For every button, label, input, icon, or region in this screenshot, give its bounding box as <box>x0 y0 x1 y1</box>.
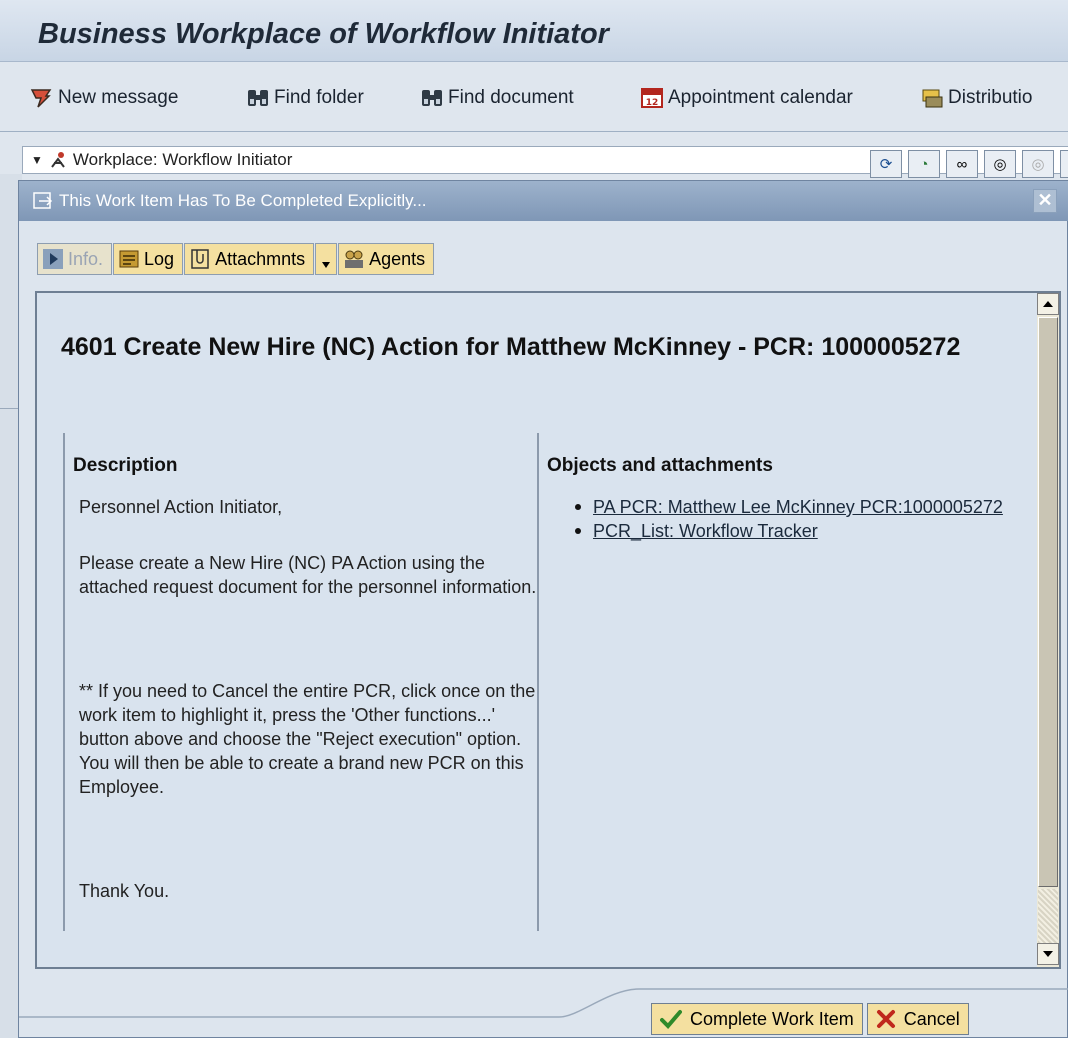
scroll-down-button[interactable] <box>1037 943 1059 965</box>
glasses-icon: ∞ <box>956 155 968 173</box>
filter-button[interactable]: ⧖ <box>1060 150 1068 178</box>
checkmark-icon <box>660 1010 682 1029</box>
scroll-up-button[interactable] <box>1037 293 1059 315</box>
description-paragraph: Personnel Action Initiator, <box>79 497 283 517</box>
dialog-tab-buttons: Info. Log Attachmnts Agents <box>37 243 435 275</box>
agents-icon <box>345 250 364 268</box>
distribution-label: Distributio <box>948 87 1033 108</box>
appointment-calendar-label: Appointment calendar <box>668 87 853 108</box>
work-item-dialog: This Work Item Has To Be Completed Expli… <box>18 180 1068 1038</box>
expand-arrow-icon[interactable]: ▼ <box>31 153 43 167</box>
info-label: Info. <box>68 248 104 269</box>
complete-work-item-label: Complete Work Item <box>690 1008 854 1029</box>
objects-list: PA PCR: Matthew Lee McKinney PCR:1000005… <box>569 495 1019 543</box>
objects-column: Objects and attachments PA PCR: Matthew … <box>537 433 1027 931</box>
cancel-x-icon <box>876 1010 895 1028</box>
complete-work-item-button[interactable]: Complete Work Item <box>651 1003 863 1035</box>
find-folder-label: Find folder <box>274 87 364 108</box>
log-label: Log <box>144 248 175 269</box>
close-button[interactable]: ✕ <box>1033 189 1057 213</box>
application-toolbar: New message Find folder Find document 12… <box>0 62 1068 132</box>
distribution-button[interactable]: Distributio <box>920 85 1032 111</box>
workflow-initiator-icon <box>51 152 65 168</box>
description-paragraph: ** If you need to Cancel the entire PCR,… <box>79 681 536 797</box>
work-item-content: 4601 Create New Hire (NC) Action for Mat… <box>37 293 1037 967</box>
disabled-tool-button[interactable]: ◎ <box>1022 150 1054 178</box>
dialog-footer: Complete Work Item Cancel <box>651 1003 969 1035</box>
info-button[interactable]: Info. <box>37 243 113 275</box>
new-message-label: New message <box>58 87 179 108</box>
refresh-icon: ⟳ <box>879 156 893 173</box>
paperclip-icon <box>191 249 209 269</box>
binoculars-icon <box>422 90 442 106</box>
work-item-title: 4601 Create New Hire (NC) Action for Mat… <box>61 333 961 361</box>
find-document-button[interactable]: Find document <box>420 85 574 111</box>
agents-button[interactable]: Agents <box>338 243 435 275</box>
resubmission-button[interactable]: ◔ <box>908 150 940 178</box>
new-message-icon <box>30 89 52 108</box>
close-icon: ✕ <box>1037 190 1053 210</box>
appointment-calendar-button[interactable]: 12 Appointment calendar <box>640 85 853 111</box>
cancel-button[interactable]: Cancel <box>866 1003 969 1035</box>
log-icon <box>119 250 139 268</box>
scrollbar-track[interactable] <box>1038 889 1058 943</box>
scrollbar-thumb[interactable] <box>1038 317 1058 887</box>
arrow-down-icon <box>1043 951 1053 957</box>
window-title: Business Workplace of Workflow Initiator <box>38 18 609 50</box>
cancel-label: Cancel <box>903 1008 960 1029</box>
binoculars-icon <box>248 90 268 106</box>
cube-icon: ◎ <box>1031 156 1045 173</box>
attachments-label: Attachmnts <box>215 248 306 269</box>
description-column: Description Personnel Action Initiator, … <box>63 433 539 931</box>
find-folder-button[interactable]: Find folder <box>246 85 364 111</box>
workplace-tree-label: Workplace: Workflow Initiator <box>72 150 293 169</box>
work-item-content-frame: 4601 Create New Hire (NC) Action for Mat… <box>35 291 1061 969</box>
dialog-title: This Work Item Has To Be Completed Expli… <box>59 191 427 210</box>
dropdown-arrow-icon <box>322 262 331 268</box>
svg-text:12: 12 <box>646 98 659 108</box>
agents-label: Agents <box>369 248 426 269</box>
clock-icon: ◔ <box>919 155 929 173</box>
description-paragraph: Thank You. <box>79 881 170 901</box>
gear-icon: ◎ <box>993 156 1007 173</box>
dialog-window-icon <box>33 192 53 209</box>
vertical-scrollbar[interactable] <box>1037 293 1059 967</box>
list-item: PA PCR: Matthew Lee McKinney PCR:1000005… <box>569 495 1019 519</box>
distribution-icon <box>922 89 943 108</box>
display-button[interactable]: ∞ <box>946 150 978 178</box>
description-heading: Description <box>73 455 178 476</box>
attachments-button[interactable]: Attachmnts <box>184 243 315 275</box>
refresh-button[interactable]: ⟳ <box>870 150 902 178</box>
play-icon <box>43 249 63 269</box>
calendar-icon: 12 <box>641 88 663 108</box>
dialog-title-bar: This Work Item Has To Be Completed Expli… <box>19 181 1068 221</box>
attachments-dropdown-button[interactable] <box>315 243 338 275</box>
list-item: PCR_List: Workflow Tracker <box>569 519 1019 543</box>
arrow-up-icon <box>1043 301 1053 307</box>
pa-pcr-link[interactable]: PA PCR: Matthew Lee McKinney PCR:1000005… <box>593 497 1003 517</box>
pcr-list-link[interactable]: PCR_List: Workflow Tracker <box>593 521 818 541</box>
window-title-bar: Business Workplace of Workflow Initiator <box>0 0 1068 62</box>
new-message-button[interactable]: New message <box>30 85 178 111</box>
objects-heading: Objects and attachments <box>547 455 773 476</box>
execute-button[interactable]: ◎ <box>984 150 1016 178</box>
workplace-tree-node[interactable]: ▼ Workplace: Workflow Initiator <box>31 150 292 170</box>
find-document-label: Find document <box>448 87 574 108</box>
log-button[interactable]: Log <box>113 243 184 275</box>
tree-toolbar: ⟳ ◔ ∞ ◎ ◎ ⧖ <box>870 150 1068 178</box>
description-paragraph: Please create a New Hire (NC) PA Action … <box>79 553 537 597</box>
